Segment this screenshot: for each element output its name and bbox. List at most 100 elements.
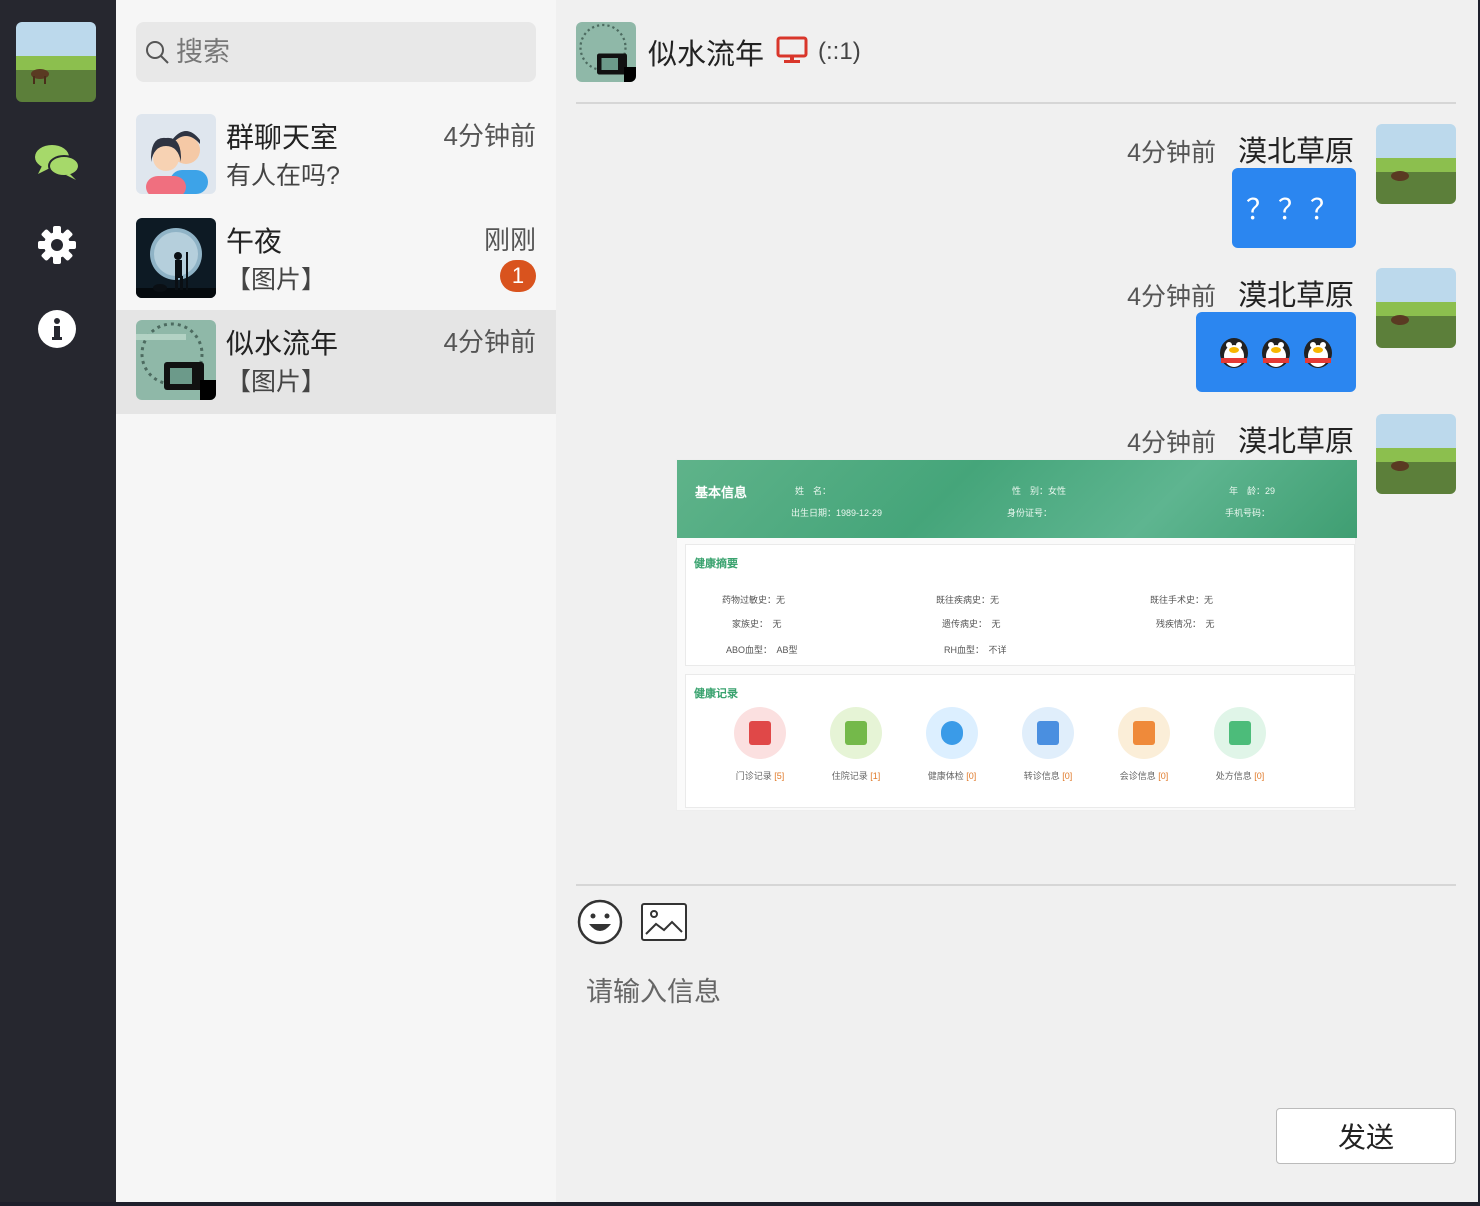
conversation-preview: 【图片】 [226,368,327,396]
item-label: 处方信息 [1215,771,1252,781]
chat-title: 似水流年 [648,39,765,71]
contact-address: (::1) [818,38,861,65]
conversation-list: 群聊天室 4分钟前 有人在吗? 午夜 刚刚 [116,0,556,1202]
qq-penguin-icon [1304,338,1332,368]
conversation-time: 4分钟前 [443,121,536,151]
family-field: 家族史： 无 [732,619,782,629]
conversation-item[interactable]: 午夜 刚刚 【图片】 1 [116,208,556,312]
emoji-bubble [1196,312,1356,392]
disease-field: 既往疾病史：无 [936,595,1000,605]
message-meta: 4分钟前 漠北草原 [1127,128,1354,170]
message-meta: 4分钟前 漠北草原 [1127,418,1354,460]
conversation-item[interactable]: 群聊天室 4分钟前 有人在吗? [116,104,556,208]
birth-field: 出生日期：1989-12-29 [791,506,882,519]
prescription-label: 处方信息 [0] [1200,769,1280,782]
qq-penguin-icon [1262,338,1290,368]
item-label: 住院记录 [831,771,868,781]
conversation-item-active[interactable]: 似水流年 4分钟前 【图片】 [116,310,556,414]
id-label: 身份证号： [1007,508,1053,518]
checkup-icon [926,707,978,759]
unread-badge: 1 [500,260,536,292]
my-avatar[interactable] [16,22,96,102]
message-sender: 漠北草原 [1237,136,1354,168]
chat-header: 似水流年 (::1) [576,22,1456,82]
item-count: [0] [1254,771,1265,781]
message-meta: 4分钟前 漠北草原 [1127,272,1354,314]
phone-label: 手机号码： [1225,508,1271,518]
conversation-preview: 【图片】 [226,266,327,294]
contact-avatar[interactable] [576,22,636,82]
item-label: 会诊信息 [1119,771,1156,781]
item-label: 健康体检 [927,771,964,781]
image-upload-icon[interactable] [640,900,688,949]
consult-label: 会诊信息 [0] [1104,769,1184,782]
outpatient-icon [734,707,786,759]
item-count: [0] [966,771,977,781]
age-value: 29 [1265,486,1276,496]
qq-penguin-icon [1220,338,1248,368]
conversation-name: 似水流年 [226,328,339,359]
item-label: 门诊记录 [735,771,772,781]
conversation-time: 刚刚 [483,225,536,255]
conversation-time: 4分钟前 [443,327,536,357]
desktop-icon [776,36,808,69]
checkup-label: 健康体检 [0] [912,769,992,782]
record-header-title: 基本信息 [695,485,748,500]
message-time: 4分钟前 [1127,283,1216,311]
item-count: [0] [1062,771,1073,781]
consult-icon [1118,707,1170,759]
surgery-field: 既往手术史：无 [1150,595,1214,605]
record-header: 基本信息 姓 名： 性 别：女性 年 龄：29 出生日期：1989-12-29 … [677,460,1357,538]
info-icon[interactable] [33,305,81,353]
disability-field: 残疾情况： 无 [1156,619,1215,629]
search-icon [146,41,169,64]
sender-avatar[interactable] [1376,124,1456,204]
records-title: 健康记录 [694,688,738,700]
inpatient-icon [830,707,882,759]
send-button[interactable]: 发送 [1276,1108,1456,1164]
message-time: 4分钟前 [1127,429,1216,457]
referral-icon [1022,707,1074,759]
rh-field: RH血型： 不详 [944,645,1007,655]
message-sender: 漠北草原 [1237,280,1354,312]
left-rail [0,0,116,1202]
chat-icon[interactable] [33,138,81,186]
genetic-field: 遗传病史： 无 [942,619,1001,629]
gender-label: 性 别： [1012,486,1049,496]
summary-title: 健康摘要 [694,558,738,570]
gender-field: 性 别：女性 [1012,484,1066,497]
inpatient-label: 住院记录 [1] [816,769,896,782]
health-records-section: 健康记录 门诊记录 [5] 住院记录 [1] 健康体检 [0] 转诊信息 [0]… [685,674,1355,808]
abo-field: ABO血型： AB型 [726,645,798,655]
search-input[interactable] [176,36,516,68]
prescription-icon [1214,707,1266,759]
midnight-avatar [136,218,216,298]
sender-avatar[interactable] [1376,414,1456,494]
health-summary-section: 健康摘要 药物过敏史：无 既往疾病史：无 既往手术史：无 家族史： 无 遗传病史… [685,544,1355,666]
outpatient-label: 门诊记录 [5] [720,769,800,782]
chat-app: 群聊天室 4分钟前 有人在吗? 午夜 刚刚 [0,0,1480,1206]
gender-value: 女性 [1048,486,1067,496]
message-input[interactable] [576,960,1456,1090]
conversation-name: 群聊天室 [226,122,339,153]
gear-icon[interactable] [33,221,81,269]
item-count: [0] [1158,771,1169,781]
image-message[interactable]: 基本信息 姓 名： 性 别：女性 年 龄：29 出生日期：1989-12-29 … [676,459,1357,811]
sender-avatar[interactable] [1376,268,1456,348]
referral-label: 转诊信息 [0] [1008,769,1088,782]
message-time: 4分钟前 [1127,139,1216,167]
age-label: 年 龄： [1229,486,1266,496]
age-field: 年 龄：29 [1229,484,1275,497]
message-sender: 漠北草原 [1237,426,1354,458]
header-divider [576,102,1456,104]
search-box[interactable] [136,22,536,82]
name-label: 姓 名： [795,486,832,496]
emoji-icon[interactable] [576,898,624,951]
group-avatar [136,114,216,194]
chat-panel: 似水流年 (::1) 4分钟前 漠北草原 ？？？ 4分钟前 漠北草原 4分钟前 … [556,0,1478,1202]
message-bubble: ？？？ [1232,168,1356,248]
birth-value: 1989-12-29 [836,508,883,518]
conversation-name: 午夜 [226,226,283,257]
item-count: [5] [774,771,785,781]
allergy-field: 药物过敏史：无 [722,595,786,605]
